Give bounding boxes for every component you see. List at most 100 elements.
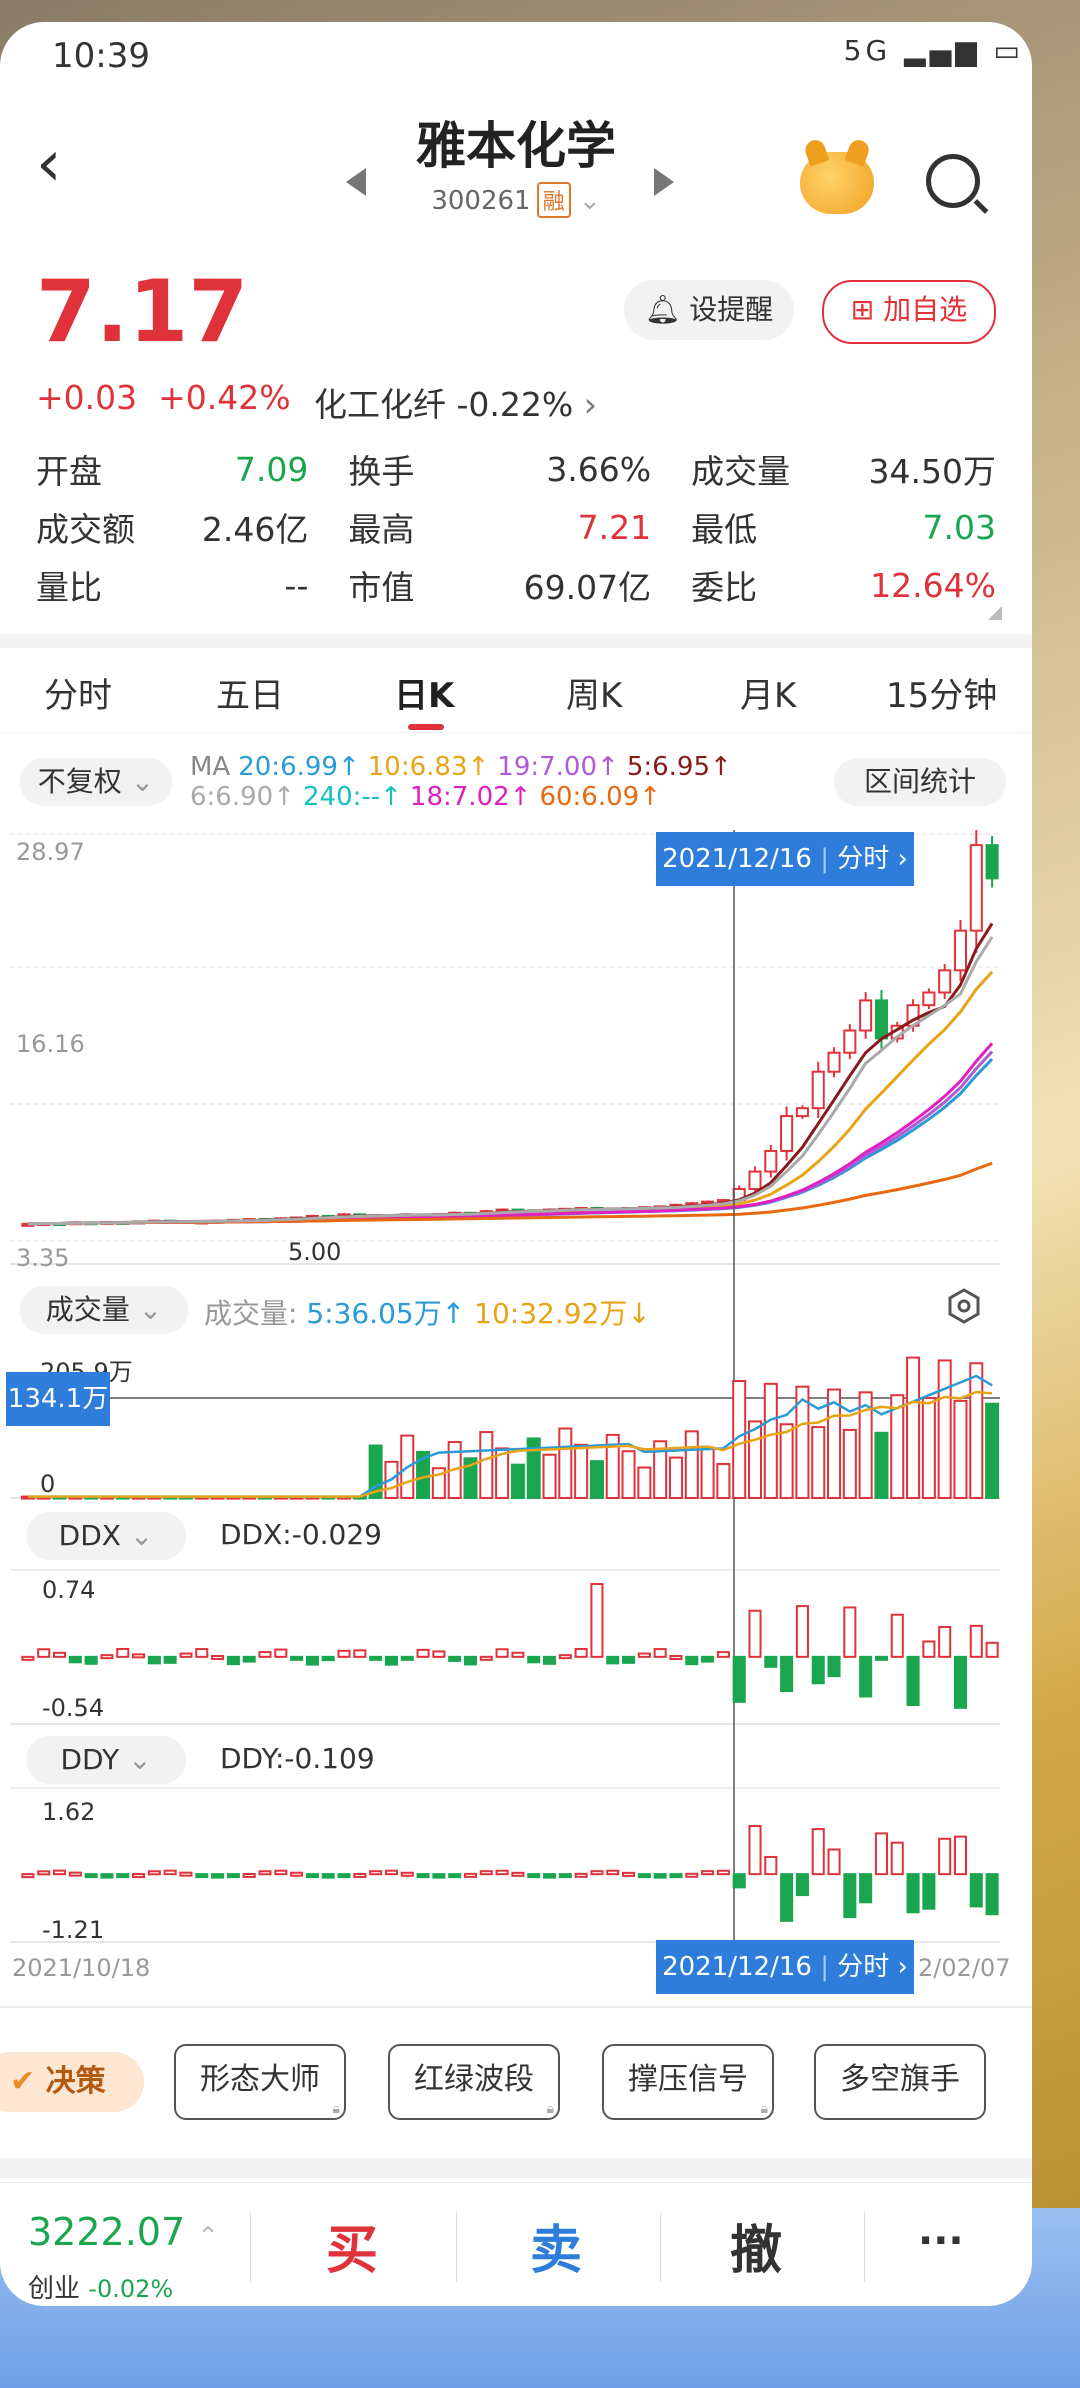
chevron-down-icon: ⌄ xyxy=(138,1293,163,1326)
candle-body xyxy=(874,999,888,1040)
ddy-bar xyxy=(922,1873,936,1910)
adjust-label: 不复权 xyxy=(37,765,122,798)
chevron-right-icon: › xyxy=(583,385,597,424)
candle-body xyxy=(748,1170,762,1190)
volume-indicator-dropdown[interactable]: 成交量 ⌄ xyxy=(20,1286,188,1334)
ddx-bar xyxy=(37,1648,51,1658)
ddx-bar xyxy=(732,1655,746,1703)
tool-button-2[interactable]: 撑压信号 🔒︎ xyxy=(602,2044,774,2120)
chart-canvas[interactable] xyxy=(0,830,1032,2010)
cursor-date-badge-top[interactable]: 2021/12/16 | 分时 › xyxy=(656,832,914,886)
stat-label: 委比 xyxy=(691,568,758,607)
ma-value: 20:6.99↑ xyxy=(238,752,360,782)
tool-button-1[interactable]: 红绿波段 🔒︎ xyxy=(388,2044,560,2120)
tab-4[interactable]: 月K xyxy=(740,668,796,717)
tool-label: 撑压信号 xyxy=(628,2062,748,2097)
index-value[interactable]: 3222.07 ⌃ xyxy=(28,2210,219,2254)
volume-bar xyxy=(700,1446,715,1499)
ddy-bar xyxy=(116,1873,130,1879)
volume-bar xyxy=(542,1453,557,1499)
ddx-y-min: -0.54 xyxy=(42,1694,105,1722)
ddx-bar xyxy=(68,1655,82,1664)
ddy-bar xyxy=(163,1869,177,1876)
ddy-bar xyxy=(795,1873,809,1897)
stock-code-row[interactable]: 300261 融 ⌄ xyxy=(0,182,1032,218)
ddx-bar xyxy=(574,1647,588,1658)
x-start-date: 2021/10/18 xyxy=(12,1954,151,1982)
buy-button[interactable]: 买 xyxy=(326,2208,378,2283)
volume-bar xyxy=(558,1427,573,1499)
ddx-bar xyxy=(479,1655,493,1661)
ddx-bar xyxy=(258,1651,272,1658)
stat-label: 换手 xyxy=(348,452,415,491)
ddy-bar xyxy=(716,1869,730,1876)
search-icon[interactable] xyxy=(926,154,980,208)
ma-value: 6:6.90↑ xyxy=(190,782,295,812)
stat-value: 69.07亿 xyxy=(523,568,652,607)
ddy-bar xyxy=(100,1873,114,1879)
ddy-bar xyxy=(637,1873,651,1879)
ma-value: 19:7.00↑ xyxy=(497,752,619,782)
ddx-bar xyxy=(558,1654,572,1660)
ddx-bar xyxy=(890,1613,904,1658)
ddy-bar xyxy=(938,1837,952,1876)
ddx-bar xyxy=(353,1649,367,1658)
volume-bar xyxy=(953,1399,968,1500)
settings-hex-icon[interactable] xyxy=(946,1288,982,1324)
tab-2[interactable]: 日K xyxy=(394,668,454,717)
volume-bar xyxy=(779,1423,794,1500)
add-watchlist-button[interactable]: ⊞ 加自选 xyxy=(822,280,996,344)
lock-icon: 🔒︎ xyxy=(760,2101,768,2117)
cancel-button[interactable]: 撤 xyxy=(730,2208,782,2283)
ddx-dropdown[interactable]: DDX ⌄ xyxy=(26,1512,186,1560)
cursor-value-badge: 134.1万 xyxy=(6,1372,110,1426)
ddy-y-max: 1.62 xyxy=(42,1798,96,1826)
ddy-label: DDY xyxy=(60,1743,120,1776)
tab-1[interactable]: 五日 xyxy=(216,668,284,717)
sell-button[interactable]: 卖 xyxy=(530,2208,582,2283)
volume-bar xyxy=(969,1362,984,1500)
ddy-bar xyxy=(558,1873,572,1879)
set-alert-button[interactable]: 🔔︎ 设提醒 xyxy=(624,280,794,340)
ddy-bar xyxy=(463,1872,478,1878)
tab-0[interactable]: 分时 xyxy=(44,668,112,717)
ddy-bar xyxy=(606,1869,620,1876)
ddy-bar xyxy=(953,1835,968,1876)
ddy-bar xyxy=(290,1871,304,1877)
ddx-bar xyxy=(132,1653,146,1659)
margin-badge: 融 xyxy=(536,182,571,218)
candle-body xyxy=(780,1115,794,1152)
phone-screen: 10:39 5G ▂▄▆ ▭ ‹ 雅本化学 300261 融 ⌄ 7.17 🔔︎ … xyxy=(0,22,1032,2306)
volume-bar xyxy=(921,1397,936,1499)
ddy-bar xyxy=(384,1869,398,1876)
stat-value: 34.50万 xyxy=(868,452,996,491)
ddy-bar xyxy=(874,1832,888,1876)
tool-button-3[interactable]: 多空旗手 xyxy=(814,2044,986,2120)
tab-3[interactable]: 周K xyxy=(566,668,622,717)
ddx-bar xyxy=(384,1655,398,1666)
cursor-date: 2021/12/16 xyxy=(662,844,812,874)
chevron-down-icon: ⌄ xyxy=(578,186,601,216)
decision-button[interactable]: ✔ 决策 xyxy=(0,2052,144,2112)
ddx-bar xyxy=(716,1651,730,1658)
tool-label: 多空旗手 xyxy=(840,2062,960,2097)
expand-corner-icon[interactable] xyxy=(988,606,1002,620)
cursor-date-badge-bottom[interactable]: 2021/12/16 | 分时 › xyxy=(656,1940,914,1994)
mascot-icon[interactable] xyxy=(800,152,874,214)
sector-link[interactable]: 化工化纤 -0.22% › xyxy=(314,378,597,426)
ddx-bar xyxy=(84,1655,98,1665)
ddx-bar xyxy=(843,1606,857,1658)
ddx-bar xyxy=(495,1648,509,1658)
volume-info: 成交量: 5:36.05万↑ 10:32.92万↓ xyxy=(204,1292,651,1332)
ddy-bar xyxy=(321,1873,335,1879)
ddx-bar xyxy=(337,1649,351,1658)
adjust-dropdown[interactable]: 不复权 ⌄ xyxy=(20,758,172,806)
range-stats-button[interactable]: 区间统计 xyxy=(834,758,1006,806)
active-tab-indicator xyxy=(408,724,444,730)
decision-icon: ✔ xyxy=(10,2064,36,2099)
tool-button-0[interactable]: 形态大师 🔒︎ xyxy=(174,2044,346,2120)
ddy-bar xyxy=(37,1870,51,1876)
tab-5[interactable]: 15分钟 xyxy=(886,668,997,717)
more-button[interactable]: ··· xyxy=(918,2218,964,2264)
ddy-dropdown[interactable]: DDY ⌄ xyxy=(26,1736,186,1784)
